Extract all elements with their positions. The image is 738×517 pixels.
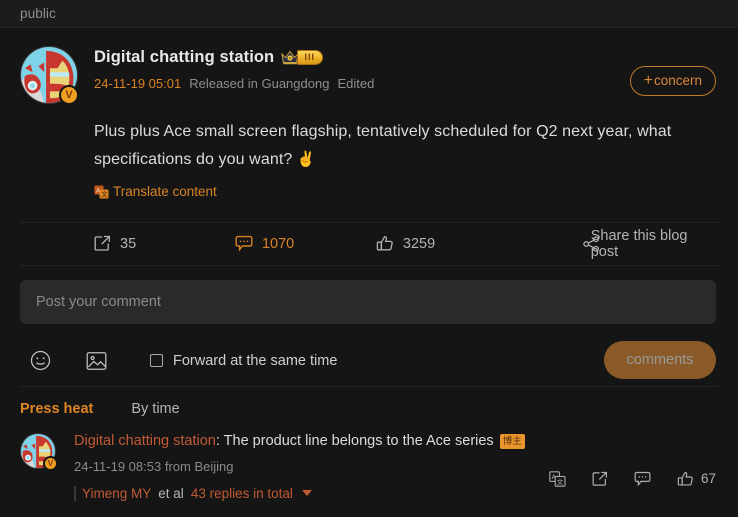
image-icon	[86, 351, 106, 370]
translate-icon: A 文	[94, 185, 109, 198]
replies-summary-row[interactable]: Yimeng MY et al 43 replies in total	[74, 485, 738, 501]
repost-count: 35	[120, 235, 137, 252]
post-location: Released in Guangdong	[189, 76, 330, 91]
comment-verified-badge: V	[43, 455, 58, 471]
post-time: 24-11-19 05:01	[94, 76, 182, 91]
author-row: Digital chatting station III	[94, 46, 718, 68]
comment-main: Digital chatting station: The product li…	[56, 431, 718, 474]
repost-icon	[94, 235, 110, 251]
composer-toolbar: Forward at the same time comments	[20, 336, 716, 386]
comment-action-bar: A 文 67	[549, 470, 716, 487]
forward-checkbox-row[interactable]: Forward at the same time	[150, 353, 337, 369]
comment-input[interactable]	[20, 279, 716, 324]
post-meta: 24-11-19 05:01 Released in Guangdong Edi…	[94, 76, 718, 91]
comment-item: V Digital chatting station: The product …	[0, 417, 738, 487]
forward-checkbox[interactable]	[150, 354, 163, 367]
like-action[interactable]: 3259	[376, 235, 517, 252]
comment-text-line: Digital chatting station: The product li…	[74, 431, 718, 451]
repost-action[interactable]: 35	[94, 235, 235, 252]
post-header: V Digital chatting station III 24-11-19 …	[20, 44, 718, 105]
comment-author-name[interactable]: Digital chatting station	[74, 433, 216, 449]
post-text-container: Plus plus Ace small screen flagship, ten…	[94, 118, 692, 174]
topbar: public	[0, 0, 738, 28]
translate-icon: A 文	[549, 470, 566, 487]
forward-label: Forward at the same time	[173, 352, 338, 369]
chevron-down-icon[interactable]	[301, 490, 312, 496]
comment-like-action[interactable]: 67	[677, 471, 716, 487]
level-chip-label: III	[297, 49, 324, 65]
victory-hand-emoji: ✌	[296, 151, 316, 168]
comment-sort-tabs: Press heat By time	[0, 387, 738, 417]
post-edited-flag: Edited	[337, 76, 375, 91]
post-text: Plus plus Ace small screen flagship, ten…	[94, 123, 672, 168]
verified-badge: V	[59, 85, 79, 105]
post-card: V Digital chatting station III 24-11-19 …	[0, 28, 738, 266]
comment-like-count: 67	[700, 471, 716, 486]
author-avatar-wrapper[interactable]: V	[20, 46, 79, 105]
share-label: Share this blog post	[590, 227, 688, 260]
follow-button[interactable]: + concern	[629, 66, 716, 96]
blogger-badge: 博主	[499, 433, 525, 449]
share-nodes-icon	[583, 235, 599, 252]
svg-text:文: 文	[101, 190, 107, 198]
reply-et-al: et al	[158, 485, 184, 501]
comment-avatar-wrapper[interactable]: V	[20, 432, 58, 471]
translate-content-link[interactable]: A 文 Translate content	[94, 184, 217, 199]
image-upload-button[interactable]	[82, 347, 110, 375]
tab-press-heat[interactable]: Press heat	[20, 401, 93, 417]
post-body: Plus plus Ace small screen flagship, ten…	[94, 118, 718, 204]
emoji-picker-button[interactable]	[26, 347, 54, 375]
submit-comment-button[interactable]: comments	[604, 340, 716, 379]
comment-repost-action[interactable]	[592, 471, 608, 487]
thumbs-up-icon	[376, 235, 393, 251]
author-name[interactable]: Digital chatting station	[94, 48, 274, 67]
svg-text:文: 文	[557, 477, 564, 486]
weibo-post-page: public V Digital chatting station III 24…	[0, 0, 738, 517]
plus-icon: +	[643, 71, 653, 89]
comment-count: 1070	[261, 235, 295, 252]
visibility-label: public	[20, 6, 56, 21]
translate-label: Translate content	[113, 184, 217, 199]
share-action[interactable]: Share this blog post	[583, 228, 718, 260]
replies-total-link[interactable]: 43 replies in total	[191, 486, 293, 501]
tab-by-time[interactable]: By time	[131, 401, 179, 417]
comment-icon	[235, 235, 253, 252]
reply-user-name[interactable]: Yimeng MY	[82, 486, 151, 501]
smiley-icon	[30, 350, 50, 371]
comment-text: The product line belongs to the Ace seri…	[219, 432, 494, 449]
follow-button-label: concern	[653, 73, 702, 89]
comment-action[interactable]: 1070	[235, 235, 376, 252]
like-count: 3259	[402, 235, 436, 252]
post-action-bar: 35 1070 3259 Share this blog post	[20, 221, 718, 266]
comment-icon	[634, 471, 651, 486]
post-header-main: Digital chatting station III 24-11-19 05…	[78, 44, 718, 92]
level-badge[interactable]: III	[281, 49, 325, 66]
thumbs-up-icon	[677, 471, 693, 486]
repost-icon	[592, 471, 607, 486]
comment-reply-action[interactable]	[634, 471, 651, 487]
comment-translate-action[interactable]: A 文	[549, 470, 566, 487]
comment-composer: Forward at the same time comments	[0, 266, 738, 386]
